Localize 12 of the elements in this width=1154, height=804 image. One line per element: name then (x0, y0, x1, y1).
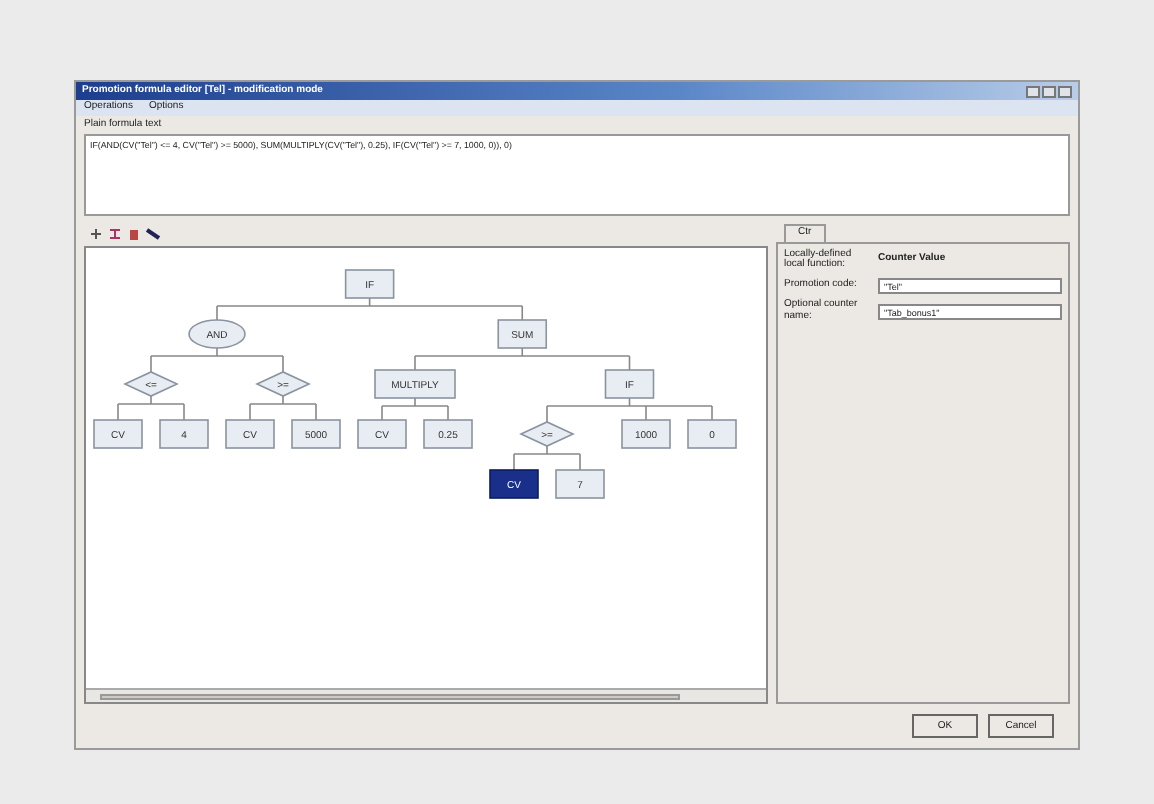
connector (513, 444, 581, 471)
connector (117, 394, 185, 421)
maximize-button[interactable] (1042, 85, 1056, 97)
horizontal-scrollbar[interactable] (86, 688, 766, 702)
add-icon[interactable] (90, 228, 102, 241)
close-button[interactable] (1058, 85, 1072, 97)
connector (150, 346, 284, 373)
connector (381, 396, 449, 421)
connector (249, 394, 317, 421)
scroll-thumb[interactable] (100, 693, 680, 699)
delete-icon[interactable] (128, 228, 140, 241)
minimize-button[interactable] (1026, 85, 1040, 97)
